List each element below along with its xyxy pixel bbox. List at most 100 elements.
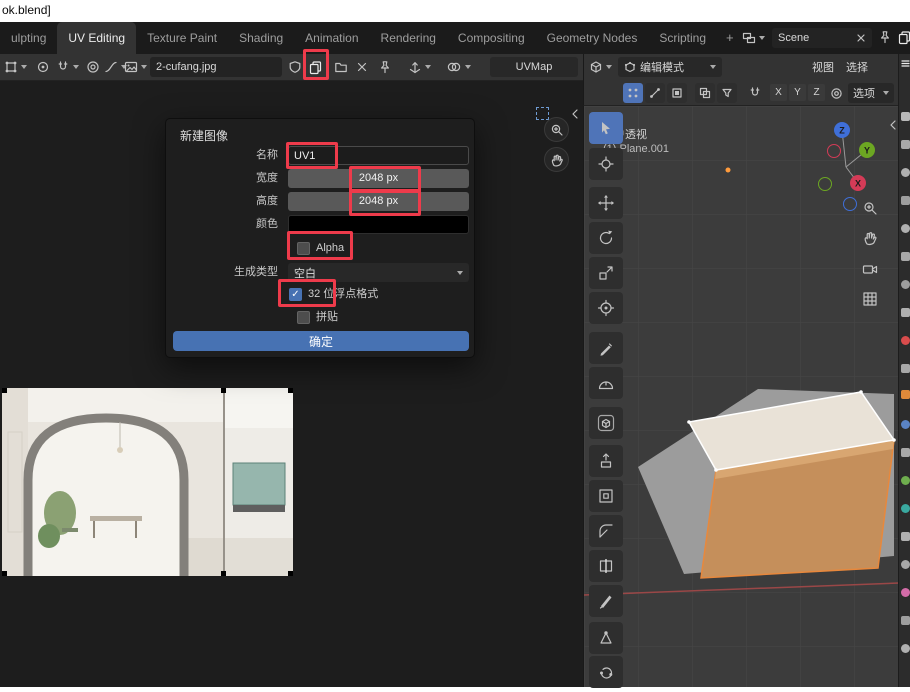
tiled-checkbox[interactable]: [297, 311, 310, 324]
tool-scale[interactable]: [589, 257, 623, 289]
tool-spin[interactable]: [589, 656, 623, 688]
tool-add-cube[interactable]: [589, 407, 623, 439]
name-input[interactable]: [288, 146, 469, 165]
tab-texture-paint[interactable]: Texture Paint: [136, 22, 228, 54]
properties-tab-icon[interactable]: [901, 336, 910, 345]
tab-compositing[interactable]: Compositing: [447, 22, 536, 54]
gizmo-dropdown[interactable]: [408, 54, 431, 80]
tab-geometry-nodes[interactable]: Geometry Nodes: [536, 22, 649, 54]
properties-tab-icon[interactable]: [901, 196, 910, 205]
axis-z-button[interactable]: Z: [808, 84, 825, 101]
generated-type-dropdown[interactable]: 空白: [288, 263, 469, 282]
tool-transform[interactable]: [589, 292, 623, 324]
color-swatch[interactable]: [288, 215, 469, 234]
tool-bevel[interactable]: [589, 515, 623, 547]
tab-animation[interactable]: Animation: [294, 22, 369, 54]
select-mode-vertex[interactable]: [623, 83, 643, 103]
scene-browse-dropdown[interactable]: [742, 31, 765, 45]
uv-collapse-arrow[interactable]: [568, 107, 582, 121]
snap-dropdown[interactable]: [56, 54, 79, 80]
tool-poly-build[interactable]: [589, 622, 623, 654]
properties-tab-icon[interactable]: [901, 112, 910, 121]
scene-pin-button[interactable]: [878, 30, 892, 44]
navigation-gizmo[interactable]: Z Y X: [791, 118, 899, 228]
properties-tab-icon[interactable]: [901, 560, 910, 569]
uv-selectmode-dropdown[interactable]: [4, 54, 27, 80]
editor-type-dropdown[interactable]: [589, 54, 612, 80]
tab-rendering[interactable]: Rendering: [370, 22, 447, 54]
tab-uv-editing[interactable]: UV Editing: [57, 22, 136, 54]
scene-selector[interactable]: Scene: [772, 28, 872, 48]
tool-tweak-select[interactable]: [589, 112, 623, 144]
viewport-ortho-button[interactable]: [862, 291, 878, 307]
uv-sync-select-icon[interactable]: [536, 107, 549, 120]
tool-loop-cut[interactable]: [589, 550, 623, 582]
tool-measure[interactable]: [589, 367, 623, 399]
tab-add-button[interactable]: +: [717, 22, 743, 54]
unlink-image-button[interactable]: [356, 54, 368, 80]
viewport-zoom-button[interactable]: [862, 200, 878, 216]
mesh-filter-toggle[interactable]: [717, 83, 737, 103]
uv-pan-button[interactable]: [544, 147, 569, 172]
pin-button[interactable]: [378, 54, 392, 80]
mode-selector[interactable]: 编辑模式: [618, 57, 722, 77]
viewport-pan-button[interactable]: [862, 230, 878, 246]
properties-tab-icon[interactable]: [901, 168, 910, 177]
proportional-edit-toggle[interactable]: [830, 80, 843, 106]
height-slider[interactable]: 2048 px: [288, 192, 469, 211]
ok-button[interactable]: 确定: [173, 331, 469, 351]
viewport-camera-button[interactable]: [862, 261, 878, 277]
properties-editor-icon[interactable]: [900, 58, 910, 69]
properties-tab-icon[interactable]: [901, 588, 910, 597]
uv-zoom-button[interactable]: [544, 117, 569, 142]
select-mode-face[interactable]: [667, 83, 687, 103]
tool-annotate[interactable]: [589, 332, 623, 364]
new-image-icon: [308, 60, 323, 75]
tool-inset[interactable]: [589, 480, 623, 512]
properties-tab-icon[interactable]: [901, 644, 910, 653]
new-image-button[interactable]: [308, 54, 323, 80]
new-scene-button[interactable]: [897, 30, 910, 45]
properties-tab-icon[interactable]: [901, 308, 910, 317]
options-dropdown[interactable]: 选项: [848, 83, 894, 103]
properties-tab-icon[interactable]: [901, 364, 910, 373]
properties-tab-icon[interactable]: [901, 280, 910, 289]
properties-tab-icon[interactable]: [901, 390, 910, 399]
viewport-3d[interactable]: 用户透视 (1) Plane.001 Z Y X: [583, 106, 898, 687]
snap-toggle[interactable]: [748, 80, 762, 106]
float32-checkbox[interactable]: [289, 288, 302, 301]
properties-tab-icon[interactable]: [901, 616, 910, 625]
tab-shading[interactable]: Shading: [228, 22, 294, 54]
menu-select[interactable]: 选择: [846, 54, 868, 80]
xray-toggle[interactable]: [695, 83, 715, 103]
properties-tab-icon[interactable]: [901, 252, 910, 261]
tool-cursor[interactable]: [589, 148, 623, 180]
image-browse-dropdown[interactable]: [124, 54, 147, 80]
select-mode-edge[interactable]: [645, 83, 665, 103]
properties-tab-icon[interactable]: [901, 504, 910, 513]
image-name-field[interactable]: 2-cufang.jpg: [150, 57, 282, 77]
tab-scripting[interactable]: Scripting: [648, 22, 717, 54]
tool-rotate[interactable]: [589, 222, 623, 254]
tab-sculpting[interactable]: ulpting: [0, 22, 57, 54]
fake-user-toggle[interactable]: [288, 54, 302, 80]
width-slider[interactable]: 2048 px: [288, 169, 469, 188]
properties-tab-icon[interactable]: [901, 140, 910, 149]
axis-y-button[interactable]: Y: [789, 84, 806, 101]
properties-tab-icon[interactable]: [901, 476, 910, 485]
axis-x-button[interactable]: X: [770, 84, 787, 101]
uvmap-selector[interactable]: UVMap: [490, 57, 578, 77]
proportional-edit-button[interactable]: [86, 54, 100, 80]
open-image-button[interactable]: [334, 54, 348, 80]
pivot-point-button[interactable]: [36, 54, 50, 80]
tool-knife[interactable]: [589, 585, 623, 617]
overlays-dropdown[interactable]: [446, 54, 471, 80]
tool-move[interactable]: [589, 187, 623, 219]
menu-view[interactable]: 视图: [812, 54, 834, 80]
properties-tab-icon[interactable]: [901, 532, 910, 541]
alpha-checkbox[interactable]: [297, 242, 310, 255]
tool-extrude[interactable]: [589, 445, 623, 477]
properties-tab-icon[interactable]: [901, 224, 910, 233]
properties-tab-icon[interactable]: [901, 448, 910, 457]
properties-tab-icon[interactable]: [901, 420, 910, 429]
